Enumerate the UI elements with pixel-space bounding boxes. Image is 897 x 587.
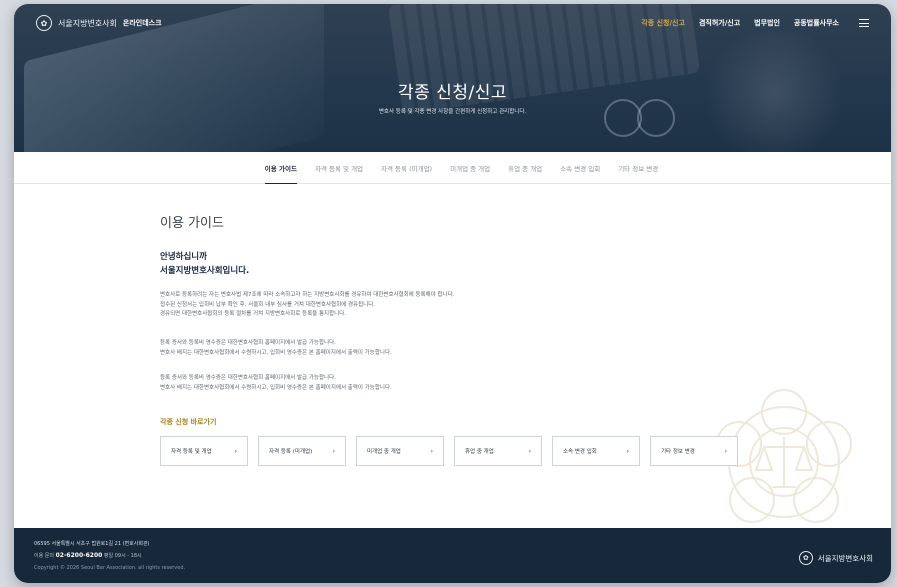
greeting-line: 안녕하십니까 [160,252,207,262]
page-title: 각종 신청/신고 [398,83,507,103]
guide-text-line: 접수된 신청서는 입회비 납부 확인 후, 서울회 내부 심사를 거쳐 대한변호… [160,301,376,308]
site-logo[interactable]: ✿ 서울지방변호사회 온라인데스크 [36,15,162,31]
shortcut-register-unopened-button[interactable]: 자격 등록 (미개업) › [258,436,346,466]
chevron-right-icon: › [528,447,531,455]
nav-item-applications[interactable]: 각종 신청/신고 [641,18,685,28]
tab-other-info-change[interactable]: 기타 정보 변경 [618,152,658,184]
tab-guide[interactable]: 이용 가이드 [264,152,298,185]
page-subtitle: 변호사 등록 및 각종 변경 사항을 간편하게 신청하고 관리합니다. [378,109,527,115]
nav-item-law-firm[interactable]: 법무법인 [754,18,780,28]
tab-register-unopened[interactable]: 자격 등록 (미개업) [381,152,432,184]
footer-contact: 이용 문의 02-6200-6200 평일 09시 - 18시 [34,552,142,559]
guide-text-line: 변호사 배지는 대한변호사협회에서 수령하시고, 입회비 영수증은 본 홈페이지… [160,349,392,356]
nav-item-concurrent-office[interactable]: 겸직허가/신고 [699,18,740,28]
footer-logo: ✿ 서울지방변호사회 [798,551,873,565]
footer-logo-name: 서울지방변호사회 [817,553,873,563]
shortcut-label: 미개업 중 개업 [367,449,401,455]
footer-copyright: Copyright © 2026 Seoul Bar Association. … [34,565,186,571]
tab-transfer-membership[interactable]: 소속 변경 입회 [560,152,600,184]
shortcut-other-info-change-button[interactable]: 기타 정보 변경 › [650,436,738,466]
logo-name: 서울지방변호사회 [58,18,117,28]
hero-banner: ✿ 서울지방변호사회 온라인데스크 각종 신청/신고 겸직허가/신고 법무법인 … [14,4,891,152]
shortcut-label: 소속 변경 입회 [563,449,597,455]
chevron-right-icon: › [626,447,629,455]
chevron-right-icon: › [332,447,335,455]
footer-phone[interactable]: 02-6200-6200 [56,552,103,559]
guide-paragraph: 등록 증서와 등록비 영수증은 대한변호사협회 홈페이지에서 발급 가능합니다.… [160,339,392,358]
tab-open-from-unopened[interactable]: 미개업 중 개업 [450,152,490,184]
shortcut-label: 휴업 중 개업 [465,449,494,455]
seal-icon: ✿ [798,551,813,565]
chevron-right-icon: › [234,447,237,455]
logo-subtitle: 온라인데스크 [122,19,162,27]
sub-tabs: 이용 가이드 자격 등록 및 개업 자격 등록 (미개업) 미개업 중 개업 휴… [14,152,891,185]
footer-hours: 평일 09시 - 18시 [103,553,142,559]
chevron-right-icon: › [724,447,727,455]
section-title: 이용 가이드 [160,216,224,231]
nav-item-joint-office[interactable]: 공동법률사무소 [794,18,839,28]
top-navigation: ✿ 서울지방변호사회 온라인데스크 각종 신청/신고 겸직허가/신고 법무법인 … [14,4,891,42]
shortcut-register-open-button[interactable]: 자격 등록 및 개업 › [160,436,248,466]
shortcut-transfer-membership-button[interactable]: 소속 변경 입회 › [552,436,640,466]
guide-text-line: 등록 증서와 등록비 영수증은 대한변호사협회 홈페이지에서 발급 가능합니다. [160,375,336,381]
guide-paragraph: 등록 증서와 등록비 영수증은 대한변호사협회 홈페이지에서 발급 가능합니다.… [160,374,392,393]
shortcut-label: 기타 정보 변경 [661,449,695,455]
chevron-right-icon: › [430,447,433,455]
hamburger-menu-icon[interactable] [859,19,869,27]
shortcut-open-from-suspension-button[interactable]: 휴업 중 개업 › [454,436,542,466]
seal-icon: ✿ [36,15,52,31]
glasses-decoration [637,99,675,137]
shortcut-title: 각종 신청 바로가기 [160,418,217,426]
tab-register-open[interactable]: 자격 등록 및 개업 [315,152,363,184]
guide-paragraph: 변호사로 등록하려는 자는 변호사법 제7조에 따라 소속하고자 하는 지방변호… [160,291,454,320]
browser-frame: ✿ 서울지방변호사회 온라인데스크 각종 신청/신고 겸직허가/신고 법무법인 … [14,4,891,583]
greeting-line: 서울지방변호사회입니다. [160,266,250,276]
greeting: 안녕하십니까 서울지방변호사회입니다. [160,250,249,278]
footer-address: 06595 서울특별시 서초구 법원로1길 21 (변호사회관) [34,541,150,547]
tab-open-from-suspension[interactable]: 휴업 중 개업 [508,152,542,184]
guide-text-line: 변호사로 등록하려는 자는 변호사법 제7조에 따라 소속하고자 하는 지방변호… [160,292,455,298]
guide-text-line: 등록 증서와 등록비 영수증은 대한변호사협회 홈페이지에서 발급 가능합니다. [160,340,336,346]
shortcut-open-from-unopened-button[interactable]: 미개업 중 개업 › [356,436,444,466]
shortcut-label: 자격 등록 및 개업 [171,449,212,455]
footer-phone-label: 이용 문의 [34,553,54,559]
main-content: 이용 가이드 안녕하십니까 서울지방변호사회입니다. 변호사로 등록하려는 자는… [14,184,891,528]
guide-text-line: 변호사 배지는 대한변호사협회에서 수령하시고, 입회비 영수증은 본 홈페이지… [160,384,392,391]
shortcut-buttons: 자격 등록 및 개업 › 자격 등록 (미개업) › 미개업 중 개업 › 휴업… [160,436,738,466]
site-footer: 06595 서울특별시 서초구 법원로1길 21 (변호사회관) 이용 문의 0… [14,528,891,583]
main-nav: 각종 신청/신고 겸직허가/신고 법무법인 공동법률사무소 [641,18,869,28]
shortcut-label: 자격 등록 (미개업) [269,449,313,455]
guide-text-line: 경유되면 대한변호사협회의 등록 절차를 거쳐 지방변호사회로 등록을 통지합니… [160,311,347,317]
